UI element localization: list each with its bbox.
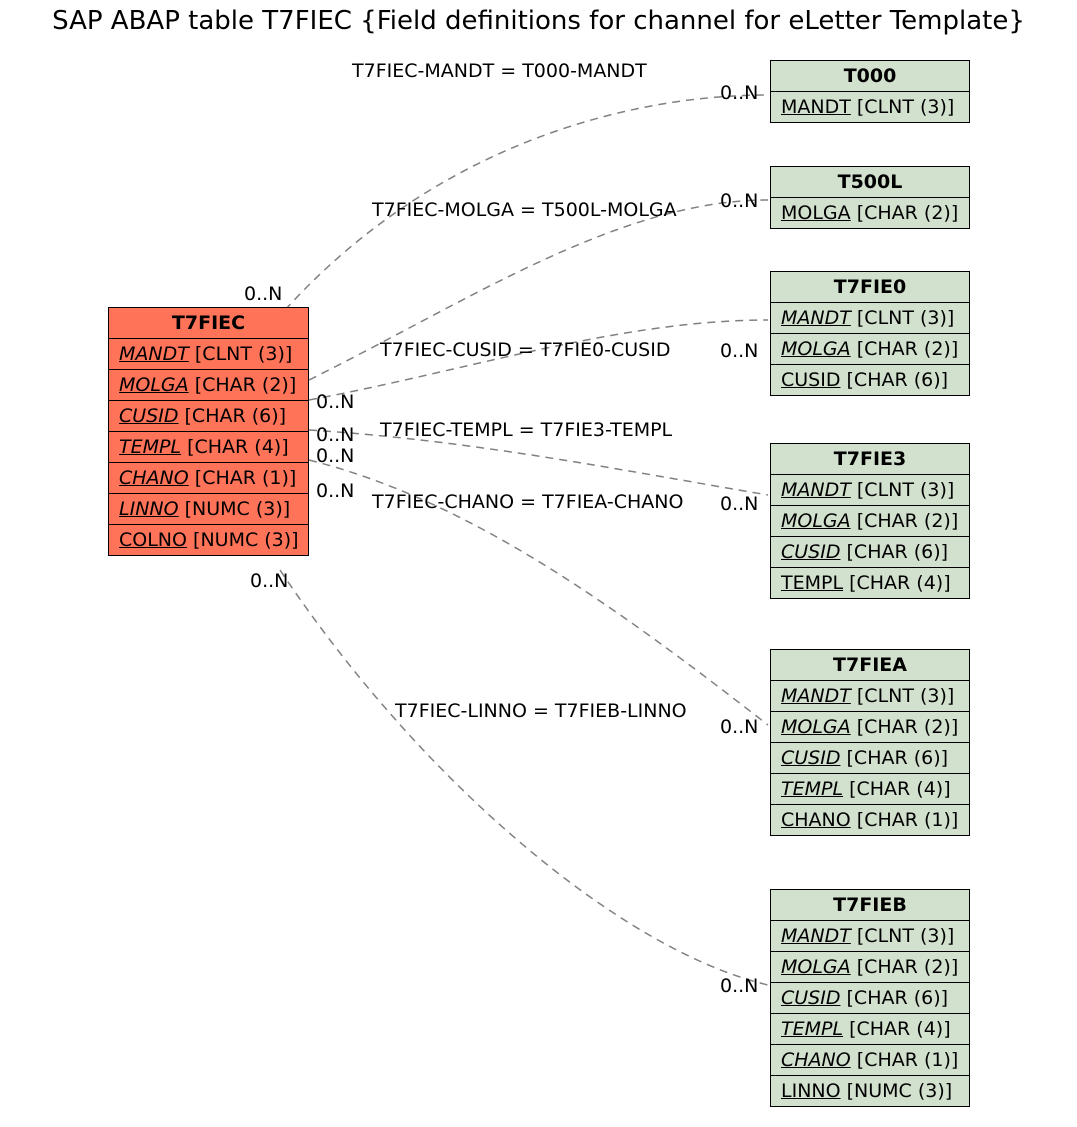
entity-t7fieb: T7FIEB MANDT [CLNT (3)] MOLGA [CHAR (2)]… (770, 889, 970, 1107)
field-row: CUSID [CHAR (6)] (771, 983, 969, 1014)
field-row: LINNO [NUMC (3)] (771, 1076, 969, 1106)
cardinality: 0..N (316, 445, 354, 467)
entity-header: T7FIE0 (771, 272, 969, 303)
relation-label: T7FIEC-MOLGA = T500L-MOLGA (372, 199, 677, 221)
cardinality: 0..N (316, 391, 354, 413)
relation-label: T7FIEC-LINNO = T7FIEB-LINNO (395, 700, 687, 722)
cardinality: 0..N (720, 190, 758, 212)
entity-header: T7FIEC (109, 308, 308, 339)
field-row: MANDT [CLNT (3)] (771, 303, 969, 334)
entity-header: T000 (771, 61, 969, 92)
field-row: MOLGA [CHAR (2)] (771, 334, 969, 365)
field-row: CHANO [CHAR (1)] (771, 1045, 969, 1076)
diagram-title: SAP ABAP table T7FIEC {Field definitions… (0, 6, 1077, 36)
field-row: TEMPL [CHAR (4)] (771, 568, 969, 598)
entity-t7fiea: T7FIEA MANDT [CLNT (3)] MOLGA [CHAR (2)]… (770, 649, 970, 836)
field-row: TEMPL [CHAR (4)] (771, 1014, 969, 1045)
field-row: CUSID [CHAR (6)] (771, 743, 969, 774)
entity-header: T7FIE3 (771, 444, 969, 475)
entity-header: T7FIEB (771, 890, 969, 921)
cardinality: 0..N (720, 493, 758, 515)
field-row: COLNO [NUMC (3)] (109, 525, 308, 555)
cardinality: 0..N (720, 716, 758, 738)
entity-header: T7FIEA (771, 650, 969, 681)
entity-header: T500L (771, 167, 969, 198)
relation-label: T7FIEC-TEMPL = T7FIE3-TEMPL (380, 419, 672, 441)
field-row: LINNO [NUMC (3)] (109, 494, 308, 525)
entity-t000: T000 MANDT [CLNT (3)] (770, 60, 970, 123)
cardinality: 0..N (250, 570, 288, 592)
relation-label: T7FIEC-CHANO = T7FIEA-CHANO (372, 491, 683, 513)
field-row: MOLGA [CHAR (2)] (109, 370, 308, 401)
field-row: CHANO [CHAR (1)] (771, 805, 969, 835)
field-row: MOLGA [CHAR (2)] (771, 506, 969, 537)
cardinality: 0..N (244, 283, 282, 305)
field-row: CUSID [CHAR (6)] (771, 537, 969, 568)
field-row: CUSID [CHAR (6)] (771, 365, 969, 395)
field-row: CHANO [CHAR (1)] (109, 463, 308, 494)
field-row: CUSID [CHAR (6)] (109, 401, 308, 432)
relation-label: T7FIEC-MANDT = T000-MANDT (352, 60, 647, 82)
field-row: MANDT [CLNT (3)] (109, 339, 308, 370)
field-row: TEMPL [CHAR (4)] (771, 774, 969, 805)
field-row: MOLGA [CHAR (2)] (771, 712, 969, 743)
field-row: MANDT [CLNT (3)] (771, 921, 969, 952)
field-row: MOLGA [CHAR (2)] (771, 198, 969, 228)
cardinality: 0..N (316, 480, 354, 502)
entity-t7fie3: T7FIE3 MANDT [CLNT (3)] MOLGA [CHAR (2)]… (770, 443, 970, 599)
cardinality: 0..N (316, 424, 354, 446)
entity-t7fie0: T7FIE0 MANDT [CLNT (3)] MOLGA [CHAR (2)]… (770, 271, 970, 396)
entity-t500l: T500L MOLGA [CHAR (2)] (770, 166, 970, 229)
relation-label: T7FIEC-CUSID = T7FIE0-CUSID (380, 339, 670, 361)
entity-t7fiec: T7FIEC MANDT [CLNT (3)] MOLGA [CHAR (2)]… (108, 307, 309, 556)
field-row: TEMPL [CHAR (4)] (109, 432, 308, 463)
field-row: MANDT [CLNT (3)] (771, 92, 969, 122)
cardinality: 0..N (720, 975, 758, 997)
cardinality: 0..N (720, 340, 758, 362)
field-row: MOLGA [CHAR (2)] (771, 952, 969, 983)
field-row: MANDT [CLNT (3)] (771, 681, 969, 712)
cardinality: 0..N (720, 82, 758, 104)
field-row: MANDT [CLNT (3)] (771, 475, 969, 506)
